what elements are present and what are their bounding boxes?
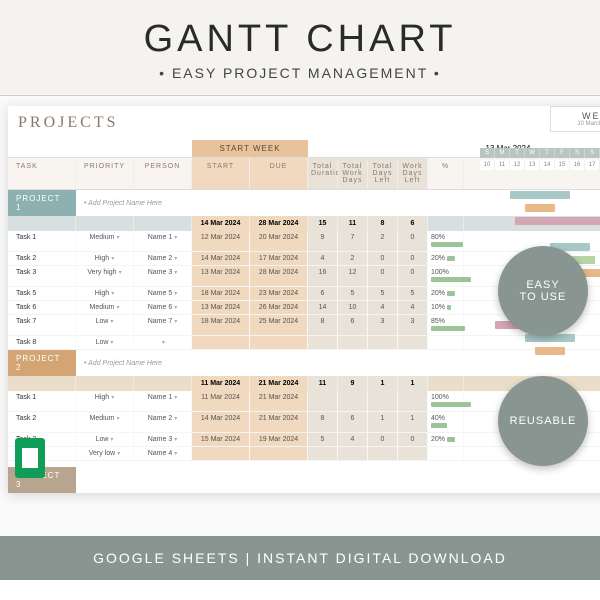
- subtitle: • EASY PROJECT MANAGEMENT •: [0, 65, 600, 81]
- promo-header: GANTT CHART • EASY PROJECT MANAGEMENT •: [0, 0, 600, 96]
- calendar-days: SMTWTFSSMTWT: [480, 148, 600, 158]
- project-3-header: PROJECT 3: [8, 467, 600, 493]
- badge-easy-to-use: EASYTO USE: [498, 246, 588, 336]
- spreadsheet-preview: PROJECTS START WEEK 13 Mar 2024 TASK PRI…: [0, 96, 600, 536]
- google-sheets-icon: [15, 438, 45, 478]
- week-box: WEEK 1 10 March - 16 March: [550, 106, 600, 132]
- badge-reusable: REUSABLE: [498, 376, 588, 466]
- title: GANTT CHART: [0, 18, 600, 61]
- footer: GOOGLE SHEETS | INSTANT DIGITAL DOWNLOAD: [0, 536, 600, 580]
- calendar-dates: 101112131415161718192021: [480, 160, 600, 170]
- sheet-brand: PROJECTS: [8, 106, 600, 140]
- start-week-label: START WEEK: [192, 140, 308, 157]
